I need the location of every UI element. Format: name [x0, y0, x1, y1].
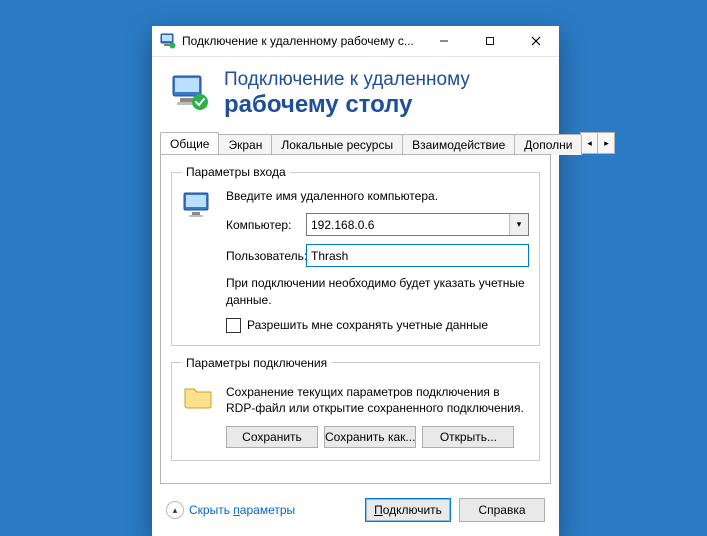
minimize-button[interactable]: [421, 26, 467, 56]
tabs-scroll-left[interactable]: ◂: [580, 132, 598, 154]
tab-display[interactable]: Экран: [218, 134, 272, 155]
credentials-note: При подключении необходимо будет указать…: [226, 275, 529, 307]
computer-label: Компьютер:: [226, 218, 306, 232]
login-instruction: Введите имя удаленного компьютера.: [226, 189, 529, 203]
close-button[interactable]: [513, 26, 559, 56]
header-line1: Подключение к удаленному: [224, 69, 470, 91]
help-button[interactable]: Справка: [459, 498, 545, 522]
tab-local-resources[interactable]: Локальные ресурсы: [271, 134, 403, 155]
tab-advanced[interactable]: Дополни: [514, 134, 582, 155]
computer-combo[interactable]: ▾: [306, 213, 529, 236]
hide-parameters-toggle[interactable]: ▴ Скрыть параметры: [166, 501, 295, 519]
tabs-row: Общие Экран Локальные ресурсы Взаимодейс…: [152, 132, 559, 154]
hide-parameters-label: Скрыть параметры: [189, 503, 295, 517]
login-settings-legend: Параметры входа: [182, 165, 290, 179]
folder-icon: [182, 380, 216, 448]
rdp-dialog-window: Подключение к удаленному рабочему с...: [152, 26, 559, 536]
connection-settings-legend: Параметры подключения: [182, 356, 331, 370]
header-line2: рабочему столу: [224, 91, 470, 119]
open-button[interactable]: Открыть...: [422, 426, 514, 448]
maximize-button[interactable]: [467, 26, 513, 56]
titlebar-title: Подключение к удаленному рабочему с...: [182, 34, 421, 48]
chevron-up-icon: ▴: [166, 501, 184, 519]
user-label: Пользователь:: [226, 249, 306, 263]
computer-input[interactable]: [307, 214, 509, 235]
login-settings-group: Параметры входа Введите имя удаленного к…: [171, 165, 540, 345]
save-credentials-label: Разрешить мне сохранять учетные данные: [247, 318, 488, 332]
titlebar[interactable]: Подключение к удаленному рабочему с...: [152, 26, 559, 57]
tabs-scroll-right[interactable]: ▸: [597, 132, 615, 154]
save-button[interactable]: Сохранить: [226, 426, 318, 448]
connection-note: Сохранение текущих параметров подключени…: [226, 384, 529, 416]
dialog-footer: ▴ Скрыть параметры Подключить Справка: [152, 484, 559, 536]
chevron-down-icon: ▾: [517, 219, 522, 230]
user-input[interactable]: [306, 244, 529, 267]
connection-settings-group: Параметры подключения Сохранение текущих…: [171, 356, 540, 461]
save-credentials-checkbox[interactable]: Разрешить мне сохранять учетные данные: [226, 318, 529, 333]
dialog-header: Подключение к удаленному рабочему столу: [152, 57, 559, 132]
tab-experience[interactable]: Взаимодействие: [402, 134, 515, 155]
rdp-header-icon: [170, 72, 210, 115]
rdp-app-icon: [160, 33, 176, 49]
tab-general[interactable]: Общие: [160, 132, 219, 154]
monitor-icon: [182, 189, 216, 332]
connect-button[interactable]: Подключить: [365, 498, 451, 522]
checkbox-box-icon: [226, 318, 241, 333]
tab-body: Параметры входа Введите имя удаленного к…: [160, 154, 551, 484]
save-as-button[interactable]: Сохранить как...: [324, 426, 416, 448]
computer-dropdown-button[interactable]: ▾: [509, 214, 528, 235]
